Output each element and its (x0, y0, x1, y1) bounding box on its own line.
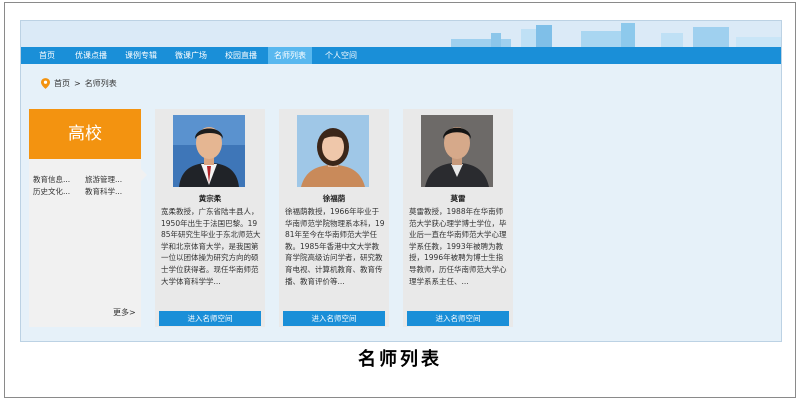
teacher-bio: 徐福荫教授，1966年毕业于华南师范学院物理系本科，1981年至今在华南师范大学… (285, 207, 385, 286)
category-link[interactable]: 教育科学... (85, 186, 122, 197)
banner-decoration (451, 39, 511, 47)
sidebar-title: 高校 (29, 109, 141, 159)
nav-item-personal-space[interactable]: 个人空间 (319, 47, 363, 64)
banner-decoration (621, 23, 635, 47)
enter-teacher-space-button[interactable]: 进入名师空间 (407, 311, 509, 326)
nav-item-campus-live[interactable]: 校园直播 (219, 47, 263, 64)
nav-item-micro-lessons[interactable]: 微课广场 (169, 47, 213, 64)
more-link[interactable]: 更多> (113, 307, 136, 318)
breadcrumb-home-link[interactable]: 首页 (54, 78, 70, 89)
enter-teacher-space-button[interactable]: 进入名师空间 (159, 311, 261, 326)
teacher-name: 黄宗柔 (198, 194, 222, 203)
sidebar-notch (141, 169, 147, 181)
teacher-bio: 宽柔教授，广东省陆丰县人，1950年出生于法国巴黎。1985年研究生毕业于东北师… (161, 207, 261, 286)
figure-caption: 名师列表 (358, 349, 442, 370)
banner-decoration (661, 33, 683, 47)
banner-decoration (581, 31, 621, 47)
teacher-card: 黄宗柔 宽柔教授，广东省陆丰县人，1950年出生于法国巴黎。1985年研究生毕业… (155, 109, 265, 327)
teacher-photo[interactable] (421, 115, 493, 187)
teacher-photo[interactable] (173, 115, 245, 187)
header-banner (21, 21, 781, 47)
teacher-bio: 莫雷教授，1988年在华南师范大学获心理学博士学位，毕业后一直在华南师范大学心理… (409, 207, 507, 286)
banner-decoration (736, 37, 781, 47)
breadcrumb-separator: > (74, 78, 81, 88)
banner-decoration (536, 25, 552, 47)
location-pin-icon (41, 77, 50, 89)
screenshot-area: 首页 优课点播 课例专辑 微课广场 校园直播 名师列表 个人空间 首页 > 名师… (20, 20, 782, 342)
enter-teacher-space-button[interactable]: 进入名师空间 (283, 311, 385, 326)
category-sidebar: 高校 教育信息... 旅游管理... 历史文化... 教育科学... 更多> (29, 109, 147, 327)
category-link[interactable]: 历史文化... (33, 186, 70, 197)
banner-decoration (491, 33, 501, 47)
category-link[interactable]: 旅游管理... (85, 174, 122, 185)
category-link[interactable]: 教育信息... (33, 174, 70, 185)
nav-item-courses-vod[interactable]: 优课点播 (69, 47, 113, 64)
nav-item-course-albums[interactable]: 课例专辑 (119, 47, 163, 64)
main-nav: 首页 优课点播 课例专辑 微课广场 校园直播 名师列表 个人空间 (21, 47, 781, 64)
breadcrumb: 首页 > 名师列表 (41, 76, 117, 90)
banner-decoration (693, 27, 729, 47)
teacher-name: 徐福荫 (322, 194, 346, 203)
teacher-photo[interactable] (297, 115, 369, 187)
teacher-name: 莫雷 (450, 194, 466, 203)
nav-item-teacher-list[interactable]: 名师列表 (268, 47, 312, 64)
teacher-card: 徐福荫 徐福荫教授，1966年毕业于华南师范学院物理系本科，1981年至今在华南… (279, 109, 389, 327)
nav-item-home[interactable]: 首页 (33, 47, 61, 64)
teacher-card: 莫雷 莫雷教授，1988年在华南师范大学获心理学博士学位，毕业后一直在华南师范大… (403, 109, 513, 327)
breadcrumb-current: 名师列表 (84, 78, 117, 88)
